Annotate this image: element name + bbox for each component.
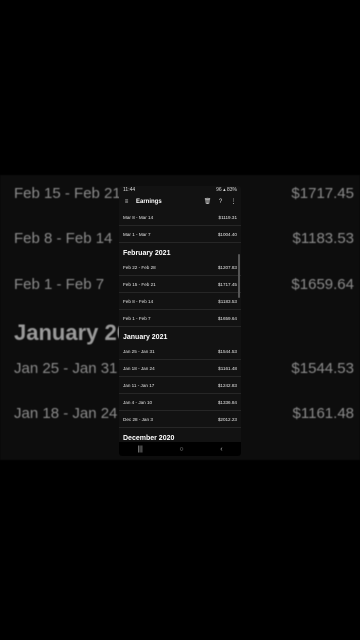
bg-range: Feb 15 - Feb 21 <box>14 184 121 202</box>
help-icon[interactable]: ? <box>217 198 224 205</box>
bg-amount: $1717.45 <box>291 184 354 202</box>
section-header: January 2021 <box>123 334 168 341</box>
amount: $1004.40 <box>217 231 237 237</box>
amount: $2012.23 <box>217 416 237 422</box>
date-range: Feb 22 - Feb 28 <box>123 264 156 270</box>
earnings-row[interactable]: Feb 1 - Feb 7 $1659.64 <box>119 310 241 327</box>
back-icon[interactable]: ‹ <box>220 446 222 453</box>
earnings-row[interactable]: Jan 11 - Jan 17 $1242.83 <box>119 377 241 394</box>
status-bar: 11:44 96 ▴ 83% <box>119 186 241 194</box>
earnings-row[interactable]: Feb 22 - Feb 28 $1207.83 <box>119 259 241 276</box>
home-icon[interactable]: ○ <box>179 446 183 453</box>
bg-range: Jan 18 - Jan 24 <box>14 404 118 422</box>
date-range: Jan 4 - Jan 10 <box>123 399 153 405</box>
date-range: Mar 8 - Mar 14 <box>123 214 154 220</box>
date-range: Feb 15 - Feb 21 <box>123 281 156 287</box>
date-range: Jan 11 - Jan 17 <box>123 382 155 388</box>
bg-amount: $1544.53 <box>291 359 354 377</box>
section-header: February 2021 <box>123 250 171 257</box>
amount: $1717.45 <box>217 281 237 287</box>
date-range: Dec 28 - Jan 3 <box>123 416 153 422</box>
bg-range: Feb 1 - Feb 7 <box>14 275 105 293</box>
amount: $1119.31 <box>218 214 237 220</box>
amount: $1659.64 <box>217 315 237 321</box>
app-bar: ≡ Earnings 🗑 ? ⋮ <box>119 194 241 209</box>
earnings-row[interactable]: Jan 25 - Jan 31 $1544.53 <box>119 343 241 360</box>
earnings-row[interactable]: Feb 15 - Feb 21 $1717.45 <box>119 276 241 293</box>
page-title: Earnings <box>136 198 162 205</box>
date-range: Feb 1 - Feb 7 <box>123 315 151 321</box>
bg-amount: $1659.64 <box>291 275 354 293</box>
earnings-row[interactable]: Feb 8 - Feb 14 $1183.53 <box>119 293 241 310</box>
date-range: Mar 1 - Mar 7 <box>123 231 151 237</box>
amount: $1183.53 <box>218 298 237 304</box>
date-range: Feb 8 - Feb 14 <box>123 298 154 304</box>
system-nav-bar: ||| ○ ‹ <box>119 442 241 456</box>
status-time: 11:44 <box>123 187 136 193</box>
earnings-list: Mar 8 - Mar 14 $1119.31 Mar 1 - Mar 7 $1004… <box>119 209 241 456</box>
amount: $1207.83 <box>217 264 237 270</box>
amount: $1242.83 <box>217 382 237 388</box>
date-range: Jan 18 - Jan 24 <box>123 365 155 371</box>
earnings-row[interactable]: Mar 1 - Mar 7 $1004.40 <box>119 226 241 243</box>
bg-amount: $1183.53 <box>292 229 354 247</box>
menu-icon[interactable]: ≡ <box>123 198 130 205</box>
earnings-row[interactable]: Jan 18 - Jan 24 $1161.48 <box>119 360 241 377</box>
recents-icon[interactable]: ||| <box>137 446 142 453</box>
earnings-row[interactable]: Mar 8 - Mar 14 $1119.31 <box>119 209 241 226</box>
phone-screen: 11:44 96 ▴ 83% ≡ Earnings 🗑 ? ⋮ Mar 8 - … <box>119 186 241 456</box>
earnings-row[interactable]: Jan 4 - Jan 10 $1336.84 <box>119 394 241 411</box>
amount: $1544.53 <box>217 348 237 354</box>
earnings-row[interactable]: Dec 28 - Jan 3 $2012.23 <box>119 411 241 428</box>
more-icon[interactable]: ⋮ <box>230 198 237 205</box>
trash-icon[interactable]: 🗑 <box>204 198 212 205</box>
amount: $1161.48 <box>218 365 237 371</box>
bg-range: Feb 8 - Feb 14 <box>14 229 113 247</box>
status-indicators: 96 ▴ 83% <box>216 187 237 193</box>
scrollbar[interactable] <box>238 254 240 298</box>
amount: $1336.84 <box>217 399 237 405</box>
bg-range: Jan 25 - Jan 31 <box>14 359 118 377</box>
bg-heading: January 20 <box>14 320 129 345</box>
bg-amount: $1161.48 <box>292 404 354 422</box>
date-range: Jan 25 - Jan 31 <box>123 348 155 354</box>
